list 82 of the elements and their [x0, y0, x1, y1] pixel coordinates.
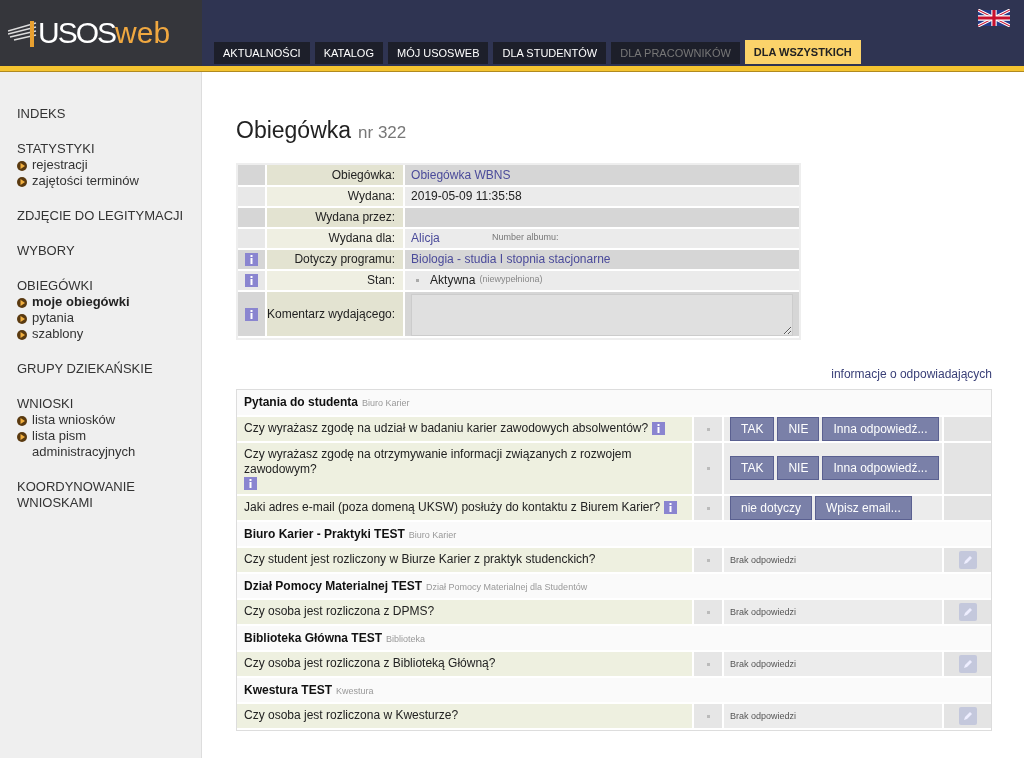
page-subtitle: nr 322 [358, 122, 407, 144]
sidebar-link[interactable]: pytania [32, 310, 172, 326]
sidebar-link[interactable]: lista pism administracyjnych [32, 428, 172, 460]
field-label: Komentarz wydającego: [267, 306, 396, 321]
answer-button[interactable]: TAK [730, 456, 775, 480]
nav-tab[interactable]: AKTUALNOŚCI [214, 42, 310, 64]
group-subtitle: Biuro Karier [408, 528, 457, 542]
answer-button[interactable]: Wpisz email... [815, 495, 912, 520]
field-label: Dotyczy programu: [294, 252, 396, 266]
sidebar-heading[interactable]: OBIEGÓWKI [17, 278, 195, 294]
bullet-icon [17, 177, 27, 187]
sidebar-link[interactable]: zajętości terminów [32, 173, 172, 189]
field-value: 2019-05-09 11:35:58 [411, 189, 522, 203]
bullet-icon [17, 314, 27, 324]
comment-field[interactable] [411, 293, 793, 336]
info-icon[interactable] [244, 476, 257, 490]
answer-status: Brak odpowiedzi [730, 659, 797, 670]
bullet-icon [17, 330, 27, 340]
logo-text: web [115, 18, 171, 48]
status-text: Aktywna [430, 272, 476, 289]
nav-tab[interactable]: DLA STUDENTÓW [493, 42, 607, 64]
group-title: Kwestura TEST [244, 681, 333, 699]
field-link[interactable]: Alicja [411, 229, 493, 247]
answer-button[interactable]: NIE [777, 416, 820, 441]
sidebar-heading[interactable]: WNIOSKI [17, 396, 195, 412]
info-icon[interactable] [652, 422, 666, 435]
sidebar-heading[interactable]: GRUPY DZIEKAŃSKIE [17, 361, 195, 377]
bullet-icon [17, 432, 27, 442]
question-text: Czy student jest rozliczony w Biurze Karier z praktyk studenckich? [244, 552, 596, 567]
answer-status: Brak odpowiedzi [730, 607, 797, 618]
group-title: Pytania do studenta [244, 394, 359, 411]
sidebar-link[interactable]: moje obiegówki [32, 294, 172, 310]
sidebar-heading[interactable]: ZDJĘCIE DO LEGITYMACJI [17, 208, 195, 224]
info-icon[interactable] [245, 307, 258, 321]
bullet-icon [17, 298, 27, 308]
bullet-icon [17, 416, 27, 426]
group-subtitle: Biuro Karier [362, 397, 410, 410]
bullet-icon [17, 161, 27, 171]
page-title: Obiegówka [236, 116, 352, 145]
logo-text: USOS [38, 18, 116, 48]
group-subtitle: Biblioteka [386, 632, 426, 646]
question-text: Czy osoba jest rozliczona z Biblioteką Główną? [244, 656, 496, 671]
answer-button[interactable]: nie dotyczy [730, 495, 813, 520]
group-title: Biblioteka Główna TEST [244, 629, 383, 647]
nav-tab[interactable]: DLA WSZYSTKICH [744, 40, 861, 64]
nav-tab[interactable]: MÓJ USOSWEB [387, 42, 489, 64]
field-link[interactable]: Obiegówka WBNS [411, 167, 511, 182]
info-icon[interactable] [245, 253, 258, 267]
group-title: Biuro Karier - Praktyki TEST [244, 525, 405, 543]
question-text: Czy osoba jest rozliczona w Kwesturze? [244, 708, 459, 723]
sidebar-link[interactable]: szablony [32, 326, 172, 342]
field-label: Stan: [367, 273, 396, 287]
field-note: Number albumu: [492, 231, 559, 245]
sidebar-heading[interactable]: WYBORY [17, 243, 195, 259]
field-label: Wydana dla: [328, 231, 396, 245]
sidebar-link[interactable]: lista wniosków [32, 412, 172, 428]
answer-button[interactable]: TAK [730, 416, 775, 441]
answer-button[interactable]: Inna odpowiedź... [822, 456, 939, 480]
answer-status: Brak odpowiedzi [730, 555, 797, 566]
field-label: Obiegówka: [331, 167, 396, 182]
sidebar-heading[interactable]: INDEKS [17, 106, 195, 122]
field-label: Wydana: [347, 189, 396, 203]
question-text: Czy wyrażasz zgodę na udział w badaniu karier zawodowych absolwentów? [244, 421, 649, 436]
field-label: Wydana przez: [315, 210, 396, 224]
answer-button[interactable]: NIE [777, 456, 820, 480]
answer-status: Brak odpowiedzi [730, 711, 797, 722]
status-note: (niewypełniona) [479, 273, 543, 287]
info-icon[interactable] [664, 501, 678, 514]
group-title: Dział Pomocy Materialnej TEST [244, 577, 423, 595]
question-text: Czy wyrażasz zgodę na otrzymywanie informacji związanych z rozwojem zawodowym? [244, 446, 633, 477]
sidebar-link[interactable]: rejestracji [32, 157, 172, 173]
answer-button[interactable]: Inna odpowiedź... [822, 416, 939, 441]
group-subtitle: Dział Pomocy Materialnej dla Studentów [426, 580, 588, 594]
sidebar-heading[interactable]: STATYSTYKI [17, 141, 195, 157]
info-icon[interactable] [245, 274, 258, 288]
sidebar-heading[interactable]: KOORDYNOWANIE WNIOSKAMI [17, 479, 195, 511]
nav-tab[interactable]: KATALOG [314, 42, 383, 64]
flag-icon[interactable] [978, 9, 1010, 27]
question-text: Czy osoba jest rozliczona z DPMS? [244, 604, 435, 619]
group-subtitle: Kwestura [336, 684, 374, 698]
responders-link[interactable]: informacje o odpowiadających [831, 364, 992, 383]
question-text: Jaki adres e-mail (poza domeną UKSW) posłuży do kontaktu z Biurem Karier? [244, 500, 661, 515]
